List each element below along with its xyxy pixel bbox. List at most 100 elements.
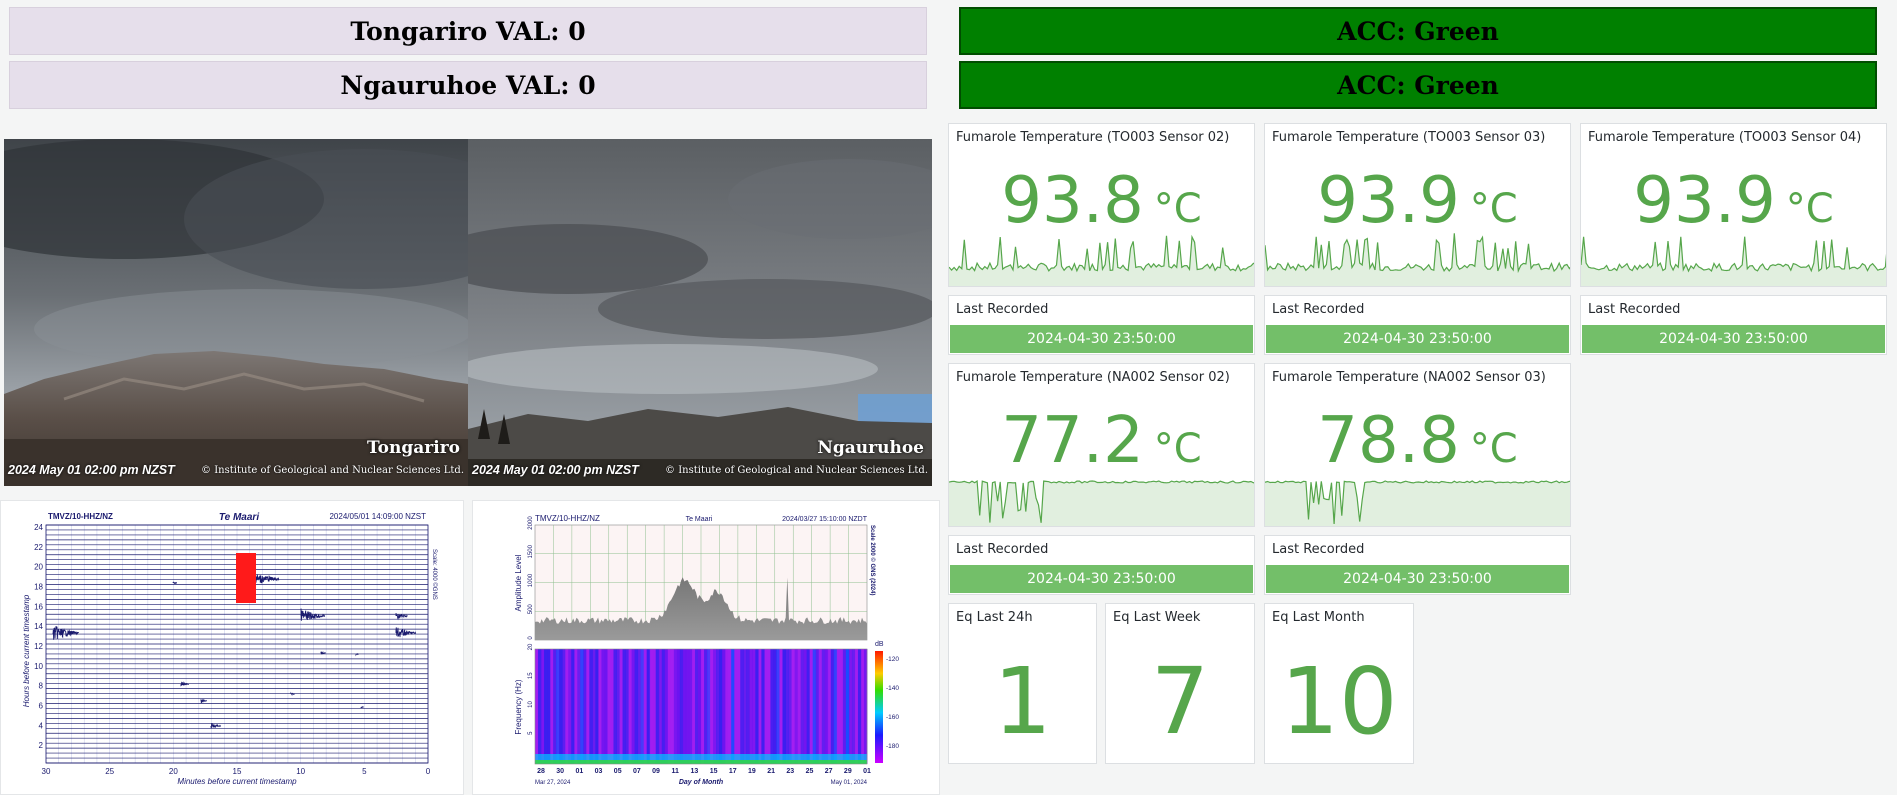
fumarole-panel-na002-02[interactable]: Fumarole Temperature (NA002 Sensor 02) 7… xyxy=(948,363,1255,527)
day-tick: 30 xyxy=(556,768,564,775)
webcam-tongariro-timestamp: 2024 May 01 02:00 pm NZST xyxy=(8,463,175,477)
spectrogram-column xyxy=(535,649,539,764)
spectrogram-column xyxy=(595,649,599,764)
drum-y-axis-label: Hours before current timestamp xyxy=(22,594,31,707)
spectrogram-column xyxy=(646,649,651,764)
drum-plot-panel[interactable]: TMVZ/10-HHZ/NZ Te Maari 2024/05/01 14:09… xyxy=(0,500,464,795)
spectrogram-column xyxy=(649,649,654,764)
db-ticks: -120 -140 -160 -180 xyxy=(886,656,899,750)
spectrogram-column xyxy=(713,649,717,764)
spectrogram-column xyxy=(685,649,690,764)
panel-title: Eq Last Month xyxy=(1272,610,1365,625)
spectrogram-column xyxy=(637,649,642,764)
drum-x-tick: 25 xyxy=(105,767,114,776)
fumarole-panel-to003-04[interactable]: Fumarole Temperature (TO003 Sensor 04) 9… xyxy=(1580,123,1887,287)
spectrogram-column xyxy=(773,649,777,764)
rsam-spectrogram-plot: TMVZ/10-HHZ/NZ Te Maari 2024/03/27 15:10… xyxy=(514,514,899,786)
drum-station-label: TMVZ/10-HHZ/NZ xyxy=(48,512,113,521)
webcam-tongariro[interactable]: Tongariro 2024 May 01 02:00 pm NZST © In… xyxy=(4,139,468,486)
fumarole-panel-na002-03[interactable]: Fumarole Temperature (NA002 Sensor 03) 7… xyxy=(1264,363,1571,527)
amp-y-tick: 0 xyxy=(528,636,534,640)
last-recorded-panel-to003-04[interactable]: Last Recorded 2024-04-30 23:50:00 xyxy=(1580,295,1887,355)
eq-count-value: 7 xyxy=(1150,648,1210,755)
panel-title: Last Recorded xyxy=(1272,542,1365,557)
spectrogram-column xyxy=(634,649,639,764)
eq-last-month-panel[interactable]: Eq Last Month 10 xyxy=(1264,603,1414,764)
spectrogram-column xyxy=(797,649,802,764)
eq-last-week-panel[interactable]: Eq Last Week 7 xyxy=(1105,603,1255,764)
last-recorded-panel-to003-02[interactable]: Last Recorded 2024-04-30 23:50:00 xyxy=(948,295,1255,355)
spectrogram-column xyxy=(586,649,590,764)
drum-event-trace xyxy=(290,691,295,697)
end-date-label: May 01, 2024 xyxy=(831,780,868,786)
spectrogram-column xyxy=(776,649,780,764)
db-unit-label: dB xyxy=(875,641,884,648)
day-tick: 29 xyxy=(844,768,852,775)
last-recorded-panel-na002-03[interactable]: Last Recorded 2024-04-30 23:50:00 xyxy=(1264,535,1571,595)
spectrogram-column xyxy=(857,649,862,764)
day-tick: 05 xyxy=(614,768,622,775)
panel-title: Last Recorded xyxy=(1272,302,1365,317)
spectrogram-column xyxy=(755,649,759,764)
spectrogram-column xyxy=(676,649,681,764)
fumarole-panel-to003-02[interactable]: Fumarole Temperature (TO003 Sensor 02) 9… xyxy=(948,123,1255,287)
amp-y-tick: 1000 xyxy=(528,573,534,587)
drum-scale-label: Scale: 4000 ©GNS xyxy=(431,549,438,600)
last-recorded-panel-to003-03[interactable]: Last Recorded 2024-04-30 23:50:00 xyxy=(1264,295,1571,355)
last-recorded-value: 2024-04-30 23:50:00 xyxy=(950,565,1253,593)
webcam-ngauruhoe-name: Ngauruhoe xyxy=(817,438,924,458)
spectrogram-column xyxy=(565,649,569,764)
spectrogram-column xyxy=(667,649,672,764)
spectrogram-column xyxy=(568,649,572,764)
spectrogram-column xyxy=(779,649,783,764)
spectrogram-column xyxy=(682,649,687,764)
drum-y-tick: 24 xyxy=(34,523,43,532)
day-tick: 07 xyxy=(633,768,641,775)
drum-x-tick: 15 xyxy=(233,767,242,776)
drum-y-tick: 6 xyxy=(39,702,44,711)
spectrogram-column xyxy=(694,649,699,764)
drum-y-tick: 16 xyxy=(34,602,43,611)
drum-x-tick: 0 xyxy=(426,767,431,776)
drum-x-ticks: 30 25 20 15 10 5 0 xyxy=(42,767,431,776)
db-tick: -120 xyxy=(886,656,899,663)
spectrogram-column xyxy=(574,649,578,764)
day-tick: 01 xyxy=(863,768,871,775)
panel-title: Last Recorded xyxy=(956,302,1049,317)
panel-title: Last Recorded xyxy=(1588,302,1681,317)
spectrogram-column xyxy=(616,649,621,764)
spectrogram-column xyxy=(767,649,771,764)
temperature-sparkline xyxy=(949,480,1254,526)
rsam-spectrogram-panel[interactable]: TMVZ/10-HHZ/NZ Te Maari 2024/03/27 15:10… xyxy=(472,500,940,795)
drum-y-tick: 8 xyxy=(39,682,44,691)
start-date-label: Mar 27, 2024 xyxy=(535,780,571,786)
rsam-site-label: Te Maari xyxy=(686,516,713,523)
spectrogram-column xyxy=(833,649,838,764)
spectrogram-column xyxy=(716,649,720,764)
spectrogram-column xyxy=(803,649,808,764)
panel-title: Last Recorded xyxy=(956,542,1049,557)
panel-title: Fumarole Temperature (NA002 Sensor 02) xyxy=(956,370,1230,385)
spectrogram-column xyxy=(848,649,853,764)
drum-y-ticks: 24 22 20 18 16 14 12 10 8 6 4 2 xyxy=(34,523,43,750)
last-recorded-panel-na002-02[interactable]: Last Recorded 2024-04-30 23:50:00 xyxy=(948,535,1255,595)
day-tick: 01 xyxy=(575,768,583,775)
last-recorded-value: 2024-04-30 23:50:00 xyxy=(950,325,1253,353)
drum-y-tick: 22 xyxy=(34,543,43,552)
spectrogram-column xyxy=(818,649,823,764)
spectrogram-column xyxy=(670,649,675,764)
sparkline-area xyxy=(1581,236,1886,286)
drum-plot: TMVZ/10-HHZ/NZ Te Maari 2024/05/01 14:09… xyxy=(22,512,438,786)
webcam-ngauruhoe[interactable]: Ngauruhoe 2024 May 01 02:00 pm NZST © In… xyxy=(468,139,932,486)
acc-banner-2: ACC: Green xyxy=(959,61,1877,109)
rsam-station-label: TMVZ/10-HHZ/NZ xyxy=(535,514,600,523)
fumarole-panel-to003-03[interactable]: Fumarole Temperature (TO003 Sensor 03) 9… xyxy=(1264,123,1571,287)
spectrogram-column xyxy=(728,649,732,764)
sparkline-line xyxy=(949,234,1254,273)
day-tick: 28 xyxy=(537,768,545,775)
spectrogram-column xyxy=(577,649,581,764)
spectrogram-column xyxy=(821,649,826,764)
eq-last-24h-panel[interactable]: Eq Last 24h 1 xyxy=(948,603,1097,764)
db-colorbar xyxy=(875,651,883,763)
spectrogram-column xyxy=(541,649,545,764)
